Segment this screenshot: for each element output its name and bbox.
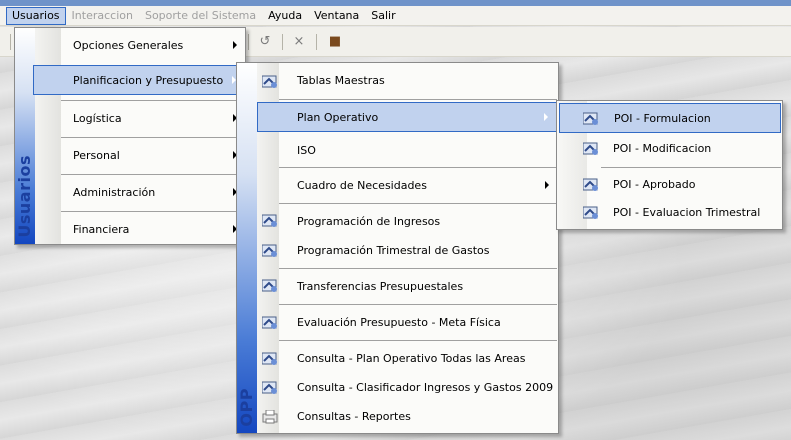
menu-gutter [35, 28, 61, 244]
menu-separator [61, 137, 245, 138]
menu-interaccion[interactable]: Interaccion [66, 7, 139, 25]
menu-item-label: Transferencias Presupuestales [297, 279, 464, 293]
opp-side-label: OPP [237, 388, 256, 427]
submenu-arrow-icon [233, 41, 237, 49]
menu-item-plan-operativo[interactable]: Plan Operativo [257, 102, 557, 132]
menu-item-app-icon [262, 75, 278, 89]
planificacion-submenu: OPP Tablas Maestras Plan Operativo ISO C… [236, 62, 559, 434]
menu-item-app-icon [262, 244, 278, 258]
menu-usuarios[interactable]: Usuarios [6, 6, 66, 25]
menu-item-label: Personal [73, 148, 120, 162]
menu-separator [279, 99, 557, 100]
toolbar-separator [316, 34, 317, 50]
menu-item-app-icon [262, 214, 278, 228]
menu-item-opciones-generales[interactable]: Opciones Generales [61, 30, 245, 60]
menu-ayuda[interactable]: Ayuda [262, 7, 308, 25]
menu-item-app-icon [583, 112, 599, 126]
menu-item-iso[interactable]: ISO [279, 135, 557, 165]
plan-operativo-submenu: POI - Formulacion POI - Modificacion POI… [556, 100, 783, 230]
menu-item-label: Plan Operativo [297, 110, 379, 124]
toolbar-separator [10, 34, 11, 50]
menu-separator [601, 167, 781, 168]
menu-item-label: Evaluación Presupuesto - Meta Física [297, 315, 501, 329]
menu-separator [61, 211, 245, 212]
menu-item-poi-modificacion[interactable]: POI - Modificacion [601, 133, 781, 163]
menu-item-label: Administración [73, 185, 156, 199]
menu-item-app-icon [262, 381, 278, 395]
menu-separator [279, 167, 557, 168]
menu-separator [61, 174, 245, 175]
menu-item-programacion-trimestral-de-gastos[interactable]: Programación Trimestral de Gastos [279, 235, 557, 265]
menu-item-evaluacion-presupuesto-meta-fisica[interactable]: Evaluación Presupuesto - Meta Física [279, 307, 557, 337]
menu-ventana[interactable]: Ventana [308, 7, 365, 25]
menu-item-label: ISO [297, 143, 316, 157]
menu-item-label: Logística [73, 111, 122, 125]
menu-item-poi-aprobado[interactable]: POI - Aprobado [601, 169, 781, 199]
menu-item-label: POI - Formulacion [614, 111, 711, 125]
menu-item-app-icon [262, 279, 278, 293]
menu-item-label: Programación Trimestral de Gastos [297, 243, 490, 257]
undo-icon[interactable]: ↺ [256, 33, 274, 51]
submenu-arrow-icon [544, 113, 548, 121]
menu-item-planificacion-y-presupuesto[interactable]: Planificacion y Presupuesto [33, 65, 245, 95]
menu-item-label: POI - Evaluacion Trimestral [613, 205, 761, 219]
menu-item-label: Programación de Ingresos [297, 214, 441, 228]
menu-item-label: Planificacion y Presupuesto [73, 73, 224, 87]
menu-item-label: Cuadro de Necesidades [297, 178, 427, 192]
menu-item-poi-evaluacion-trimestral[interactable]: POI - Evaluacion Trimestral [601, 197, 781, 227]
menu-item-consultas-reportes[interactable]: Consultas - Reportes [279, 401, 557, 431]
menu-item-cuadro-de-necesidades[interactable]: Cuadro de Necesidades [279, 170, 557, 200]
menu-item-app-icon [262, 316, 278, 330]
menu-item-personal[interactable]: Personal [61, 140, 245, 170]
menu-item-tablas-maestras[interactable]: Tablas Maestras [279, 65, 557, 95]
toolbar-separator [248, 34, 249, 50]
menu-item-label: Tablas Maestras [297, 73, 385, 87]
menu-item-consulta-plan-operativo[interactable]: Consulta - Plan Operativo Todas las Area… [279, 343, 557, 373]
menu-separator [61, 100, 245, 101]
submenu-arrow-icon [545, 181, 549, 189]
menu-salir[interactable]: Salir [365, 7, 401, 25]
menu-item-financiera[interactable]: Financiera [61, 214, 245, 244]
menu-item-label: POI - Modificacion [613, 141, 712, 155]
usuarios-dropdown: Usuarios Opciones Generales Planificacio… [14, 27, 246, 245]
menu-item-app-icon [262, 352, 278, 366]
menu-separator [279, 304, 557, 305]
menu-separator [279, 340, 557, 341]
menu-item-label: Opciones Generales [73, 38, 184, 52]
menu-soporte-del-sistema[interactable]: Soporte del Sistema [139, 7, 262, 25]
exit-door-icon[interactable]: ■ [326, 33, 344, 51]
menu-item-label: Consulta - Plan Operativo Todas las Area… [297, 351, 526, 365]
menu-item-label: Financiera [73, 222, 130, 236]
report-printer-icon [262, 410, 278, 424]
menu-separator [279, 203, 557, 204]
close-icon[interactable]: × [290, 33, 308, 51]
menu-item-logistica[interactable]: Logística [61, 103, 245, 133]
usuarios-side-label: Usuarios [15, 155, 34, 238]
toolbar-separator [282, 34, 283, 50]
menu-separator [279, 268, 557, 269]
menu-item-transferencias-presupuestales[interactable]: Transferencias Presupuestales [279, 271, 557, 301]
menu-item-consulta-clasificador[interactable]: Consulta - Clasificador Ingresos y Gasto… [279, 372, 557, 402]
menu-item-label: Consulta - Clasificador Ingresos y Gasto… [297, 380, 554, 394]
menu-item-app-icon [583, 178, 599, 192]
menu-item-app-icon [583, 206, 599, 220]
menu-item-app-icon [583, 142, 599, 156]
menu-item-label: POI - Aprobado [613, 177, 696, 191]
menu-item-programacion-de-ingresos[interactable]: Programación de Ingresos [279, 206, 557, 236]
menu-bar: Usuarios Interaccion Soporte del Sistema… [0, 6, 791, 26]
menu-item-administracion[interactable]: Administración [61, 177, 245, 207]
menu-side-banner [237, 63, 257, 433]
menu-item-label: Consultas - Reportes [297, 409, 411, 423]
